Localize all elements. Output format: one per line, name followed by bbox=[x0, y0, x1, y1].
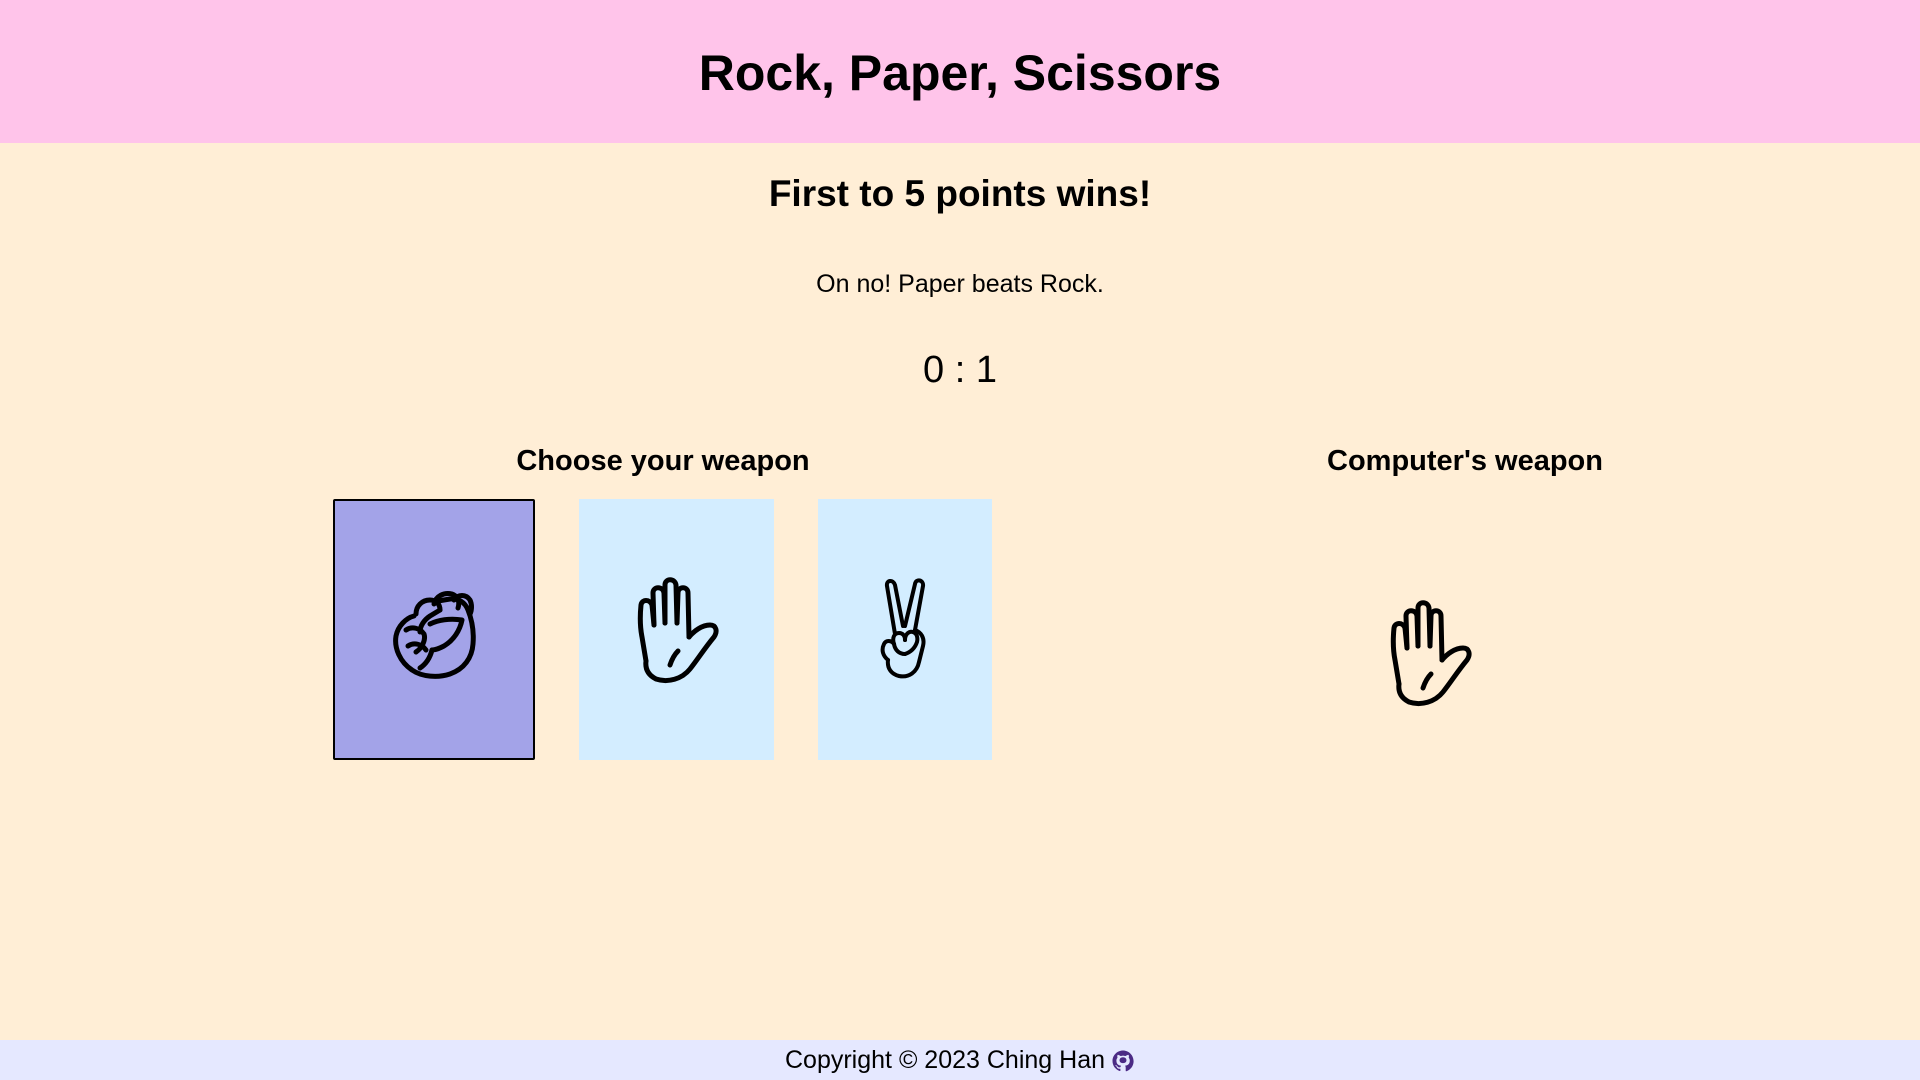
player-weapon-label: Choose your weapon bbox=[516, 445, 810, 477]
round-result-message: On no! Paper beats Rock. bbox=[816, 270, 1104, 298]
computer-weapon-label: Computer's weapon bbox=[1327, 445, 1603, 477]
fist-icon bbox=[393, 590, 476, 679]
computer-weapon-display bbox=[1385, 598, 1485, 718]
page-footer: Copyright © 2023 Ching Han bbox=[0, 1040, 1920, 1080]
raised-hand-icon bbox=[637, 576, 719, 683]
game-rules-subtitle: First to 5 points wins! bbox=[768, 173, 1152, 214]
copyright-text: Copyright © 2023 Ching Han bbox=[785, 1045, 1105, 1074]
scissors-weapon-button[interactable] bbox=[818, 499, 992, 760]
page-header: Rock, Paper, Scissors bbox=[0, 0, 1920, 143]
github-link[interactable] bbox=[1111, 1049, 1135, 1073]
game-area: First to 5 points wins! On no! Paper bea… bbox=[0, 143, 1920, 1040]
raised-hand-icon bbox=[1390, 600, 1472, 707]
victory-hand-icon bbox=[880, 577, 926, 678]
github-icon bbox=[1112, 1050, 1134, 1072]
paper-weapon-button[interactable] bbox=[579, 499, 774, 760]
page-title: Rock, Paper, Scissors bbox=[698, 44, 1222, 101]
rock-weapon-button[interactable] bbox=[333, 499, 535, 760]
score-display: 0 : 1 bbox=[923, 349, 997, 391]
